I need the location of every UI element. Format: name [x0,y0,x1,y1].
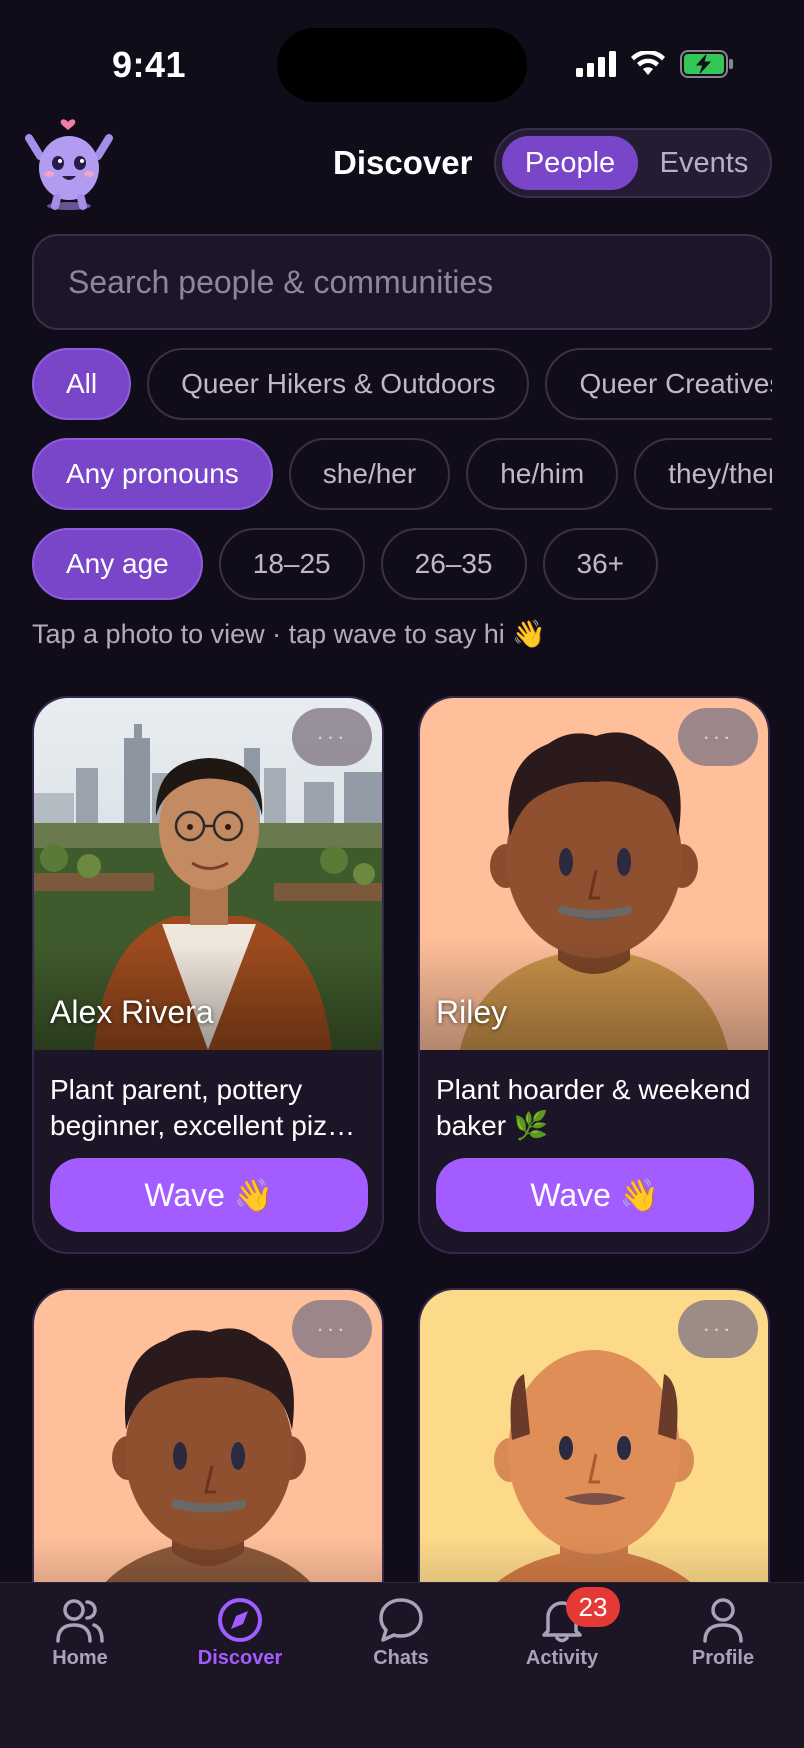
compass-icon [218,1598,262,1642]
profile-photo[interactable]: ··· Riley [420,698,768,1050]
profile-name: Riley [436,994,508,1030]
search-input[interactable] [68,236,738,328]
person-icon [703,1598,743,1643]
wifi-icon [631,51,665,75]
tab-profile-label: Profile [691,1647,755,1669]
mascot-logo-icon [25,119,113,210]
tab-discover[interactable]: Discover [180,1597,300,1670]
profile-photo[interactable]: ··· Alex Rivera [34,698,382,1050]
age-filter-row[interactable]: Any age 18–25 26–35 36+ [32,528,772,604]
more-options-button[interactable]: ··· [678,708,758,766]
segment-events[interactable]: Events [644,136,764,190]
tab-activity-label: Activity [525,1647,599,1669]
chat-bubble-icon [379,1598,423,1642]
chip-all[interactable]: All [32,348,132,420]
search-bar [32,234,772,330]
more-options-button[interactable]: ··· [292,708,372,766]
battery-charging-icon [680,50,733,78]
chip-they-them[interactable]: they/them [634,438,772,510]
profile-bio: Plant parent, pottery beginner, excellen… [50,1074,357,1141]
chip-any-age[interactable]: Any age [32,528,203,600]
tab-home[interactable]: Home [20,1597,140,1670]
profile-card: ··· Alex Rivera Plant parent, pottery be… [32,696,384,1254]
profile-card: ··· Riley Plant hoarder & weekend baker … [418,696,770,1254]
notification-badge: 23 [566,1587,620,1627]
dynamic-island [277,28,527,102]
tab-discover-label: Discover [197,1647,283,1669]
more-options-button[interactable]: ··· [678,1300,758,1358]
profile-name: Alex Rivera [50,994,214,1030]
chip-age-26-35[interactable]: 26–35 [380,528,527,600]
chip-age-36-plus[interactable]: 36+ [542,528,658,600]
chip-age-18-25[interactable]: 18–25 [218,528,365,600]
tab-activity[interactable]: Activity 23 [502,1587,622,1670]
profile-bio: Plant hoarder & weekend baker 🌿 [436,1074,751,1141]
more-options-button[interactable]: ··· [292,1300,372,1358]
status-icons [576,50,734,78]
tab-profile[interactable]: Profile [663,1597,783,1670]
wave-button[interactable]: Wave 👋 [50,1158,368,1232]
status-time: 9:41 [112,44,187,85]
bottom-tab-bar: Home Discover Chats Activity 23 Profile [0,1582,804,1748]
people-icon [56,1599,104,1643]
chip-she-her[interactable]: she/her [288,438,451,510]
pronoun-filter-row[interactable]: Any pronounsshe/herhe/himthey/them [32,438,772,514]
chip-queer-creatives[interactable]: Queer Creatives [545,348,772,420]
hint-text: Tap a photo to view · tap wave to say hi… [32,619,546,649]
signal-icon [576,51,616,77]
community-filter-row[interactable]: All Queer Hikers & Outdoors Queer Creative… [32,348,772,424]
segment-people[interactable]: People [502,136,638,190]
page-title: Discover [333,144,473,181]
chip-any-pronouns[interactable]: Any pronouns [32,438,273,510]
chip-queer-hikers[interactable]: Queer Hikers & Outdoors [147,348,530,420]
tab-home-label: Home [52,1647,108,1669]
status-bar: 9:41 [0,0,804,120]
people-events-toggle: People Events [494,128,772,198]
chip-he-him[interactable]: he/him [466,438,619,510]
wave-button[interactable]: Wave 👋 [436,1158,754,1232]
tab-chats-label: Chats [373,1647,429,1669]
tab-chats[interactable]: Chats [341,1597,461,1670]
